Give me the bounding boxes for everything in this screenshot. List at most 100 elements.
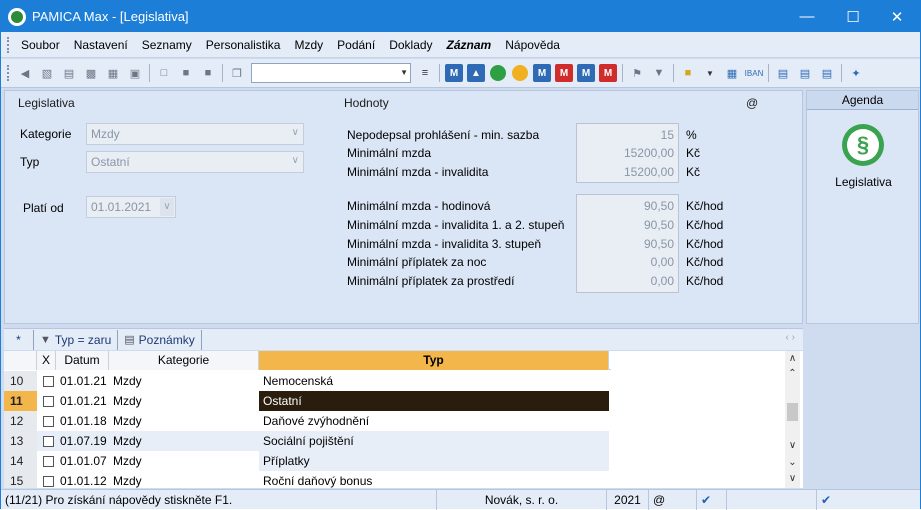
quick-search-combo[interactable]: ▼ (251, 63, 411, 83)
header-x[interactable]: X (37, 351, 56, 370)
notes-icon[interactable]: ▤ (796, 64, 814, 82)
header-datum[interactable]: Datum (56, 351, 109, 370)
tab-scroll-arrows[interactable]: ‹ › (786, 332, 795, 343)
value-field[interactable]: 90,50 (594, 199, 674, 213)
scroll-page-down-icon[interactable]: ⌄ (785, 455, 800, 470)
iban-icon[interactable]: IBAN (745, 64, 764, 82)
lock-icon[interactable]: ▣ (126, 64, 144, 82)
table-row[interactable]: 12 01.01.18 Mzdy Daňové zvýhodnění (4, 411, 609, 431)
header-kategorie[interactable]: Kategorie (109, 351, 259, 370)
monthly-icon[interactable]: M (577, 64, 595, 82)
menu-nastaveni[interactable]: Nastavení (67, 32, 135, 58)
agenda-item-legislativa[interactable]: Legislativa (807, 175, 920, 189)
menu-seznamy[interactable]: Seznamy (135, 32, 199, 58)
folder-dropdown-icon[interactable]: ▼ (701, 64, 719, 82)
row-checkbox[interactable] (37, 391, 56, 411)
paragraph-icon[interactable]: § (842, 124, 884, 166)
row-checkbox[interactable] (37, 411, 56, 431)
first-record-icon[interactable]: ◀ (16, 64, 34, 82)
header-typ[interactable]: Typ (259, 351, 609, 370)
tab-notes[interactable]: ▤ Poznámky (118, 329, 202, 350)
menu-podani[interactable]: Podání (330, 32, 382, 58)
monthly-red-icon[interactable]: M (599, 64, 617, 82)
scroll-bottom-icon[interactable]: ∨ (785, 471, 800, 486)
status-year: 2021 (607, 489, 649, 510)
agenda-panel: Agenda § Legislativa (806, 90, 919, 324)
folder-icon[interactable]: ■ (679, 64, 697, 82)
value-unit: Kč/hod (686, 274, 724, 288)
list-icon[interactable]: ▤ (818, 64, 836, 82)
report-module-icon[interactable]: M (533, 64, 551, 82)
calculator-icon[interactable]: ▦ (723, 64, 741, 82)
preview-icon[interactable]: ▩ (82, 64, 100, 82)
typ-select[interactable]: Ostatní ∨ (86, 151, 304, 173)
scroll-top-icon[interactable]: ∧ (785, 351, 800, 366)
menu-zaznam[interactable]: Záznam (440, 32, 499, 58)
tools-icon[interactable]: ✦ (847, 64, 865, 82)
tab-all[interactable]: * (4, 329, 34, 350)
table-row[interactable]: 13 01.07.19 Mzdy Sociální pojištění (4, 431, 609, 451)
personal-module-icon[interactable]: ▲ (467, 64, 485, 82)
new-document-icon[interactable]: □ (155, 64, 173, 82)
filter-settings-icon[interactable]: ≡ (416, 64, 434, 82)
save-as-icon[interactable]: ■ (199, 64, 217, 82)
window-title: PAMICA Max - [Legislativa] (32, 9, 189, 24)
row-checkbox[interactable] (37, 371, 56, 391)
menu-mzdy[interactable]: Mzdy (287, 32, 330, 58)
tab-filter[interactable]: ▼ Typ = zaru (34, 329, 119, 350)
menu-soubor[interactable]: Soubor (14, 32, 67, 58)
maximize-button[interactable]: ☐ (830, 1, 876, 32)
value-unit: Kč/hod (686, 199, 724, 213)
value-label: Minimální příplatek za prostředí (347, 274, 515, 288)
status-check-icon[interactable]: ✔ (697, 489, 727, 510)
section-title-legislativa: Legislativa (18, 96, 75, 110)
print-icon[interactable]: ▤ (60, 64, 78, 82)
scroll-thumb[interactable] (787, 403, 798, 421)
value-field[interactable]: 90,50 (594, 218, 674, 232)
minimize-button[interactable]: — (784, 1, 830, 32)
value-field[interactable]: 0,00 (594, 274, 674, 288)
menu-doklady[interactable]: Doklady (382, 32, 439, 58)
report-red-icon[interactable]: M (555, 64, 573, 82)
value-field[interactable]: 15200,00 (594, 146, 674, 160)
value-field[interactable]: 90,50 (594, 237, 674, 251)
menu-napoveda[interactable]: Nápověda (498, 32, 567, 58)
scroll-up-icon[interactable]: ⌃ (785, 366, 800, 381)
scroll-down-icon[interactable]: ∨ (785, 438, 800, 453)
kategorie-value: Mzdy (91, 127, 120, 141)
value-unit: % (686, 128, 697, 142)
toolbar-grip (7, 65, 10, 81)
row-checkbox[interactable] (37, 431, 56, 451)
table-row[interactable]: 15 01.01.12 Mzdy Roční daňový bonus (4, 471, 609, 488)
kategorie-select[interactable]: Mzdy ∨ (86, 123, 304, 145)
menu-personalistika[interactable]: Personalistika (199, 32, 288, 58)
plati-od-date[interactable]: 01.01.2021 ∨ (86, 196, 176, 218)
export-icon[interactable]: ▦ (104, 64, 122, 82)
table-row-selected[interactable]: 11 01.01.21 Mzdy Ostatní (4, 391, 609, 411)
row-checkbox[interactable] (37, 451, 56, 471)
vertical-scrollbar[interactable]: ∧ ⌃ ∨ ⌄ ∨ (785, 351, 800, 488)
flag-filter-icon[interactable]: ▼ (650, 64, 668, 82)
mzdy-module-icon[interactable]: M (445, 64, 463, 82)
value-field[interactable]: 15 (594, 128, 674, 142)
person-icon[interactable] (512, 65, 528, 81)
row-checkbox[interactable] (37, 471, 56, 488)
flag-icon[interactable]: ⚑ (628, 64, 646, 82)
close-button[interactable]: ✕ (874, 1, 920, 32)
row-number: 12 (4, 411, 37, 431)
value-label: Minimální příplatek za noc (347, 255, 487, 269)
status-ok-icon[interactable]: ✔ (817, 490, 847, 510)
copy-record-icon[interactable]: ▧ (38, 64, 56, 82)
save-icon[interactable]: ■ (177, 64, 195, 82)
table-row[interactable]: 14 01.01.07 Mzdy Příplatky (4, 451, 609, 471)
plati-od-value: 01.01.2021 (91, 200, 152, 214)
duplicate-icon[interactable]: ❐ (228, 64, 246, 82)
table-row[interactable]: 10 01.01.21 Mzdy Nemocenská (4, 371, 609, 391)
detail-panel: Legislativa Hodnoty @ Kategorie Mzdy ∨ T… (4, 90, 803, 324)
row-number: 14 (4, 451, 37, 471)
message-icon[interactable]: ▤ (774, 64, 792, 82)
employee-icon[interactable] (490, 65, 506, 81)
value-field[interactable]: 15200,00 (594, 165, 674, 179)
value-field[interactable]: 0,00 (594, 255, 674, 269)
status-help-text: (11/21) Pro získání nápovědy stiskněte F… (1, 489, 437, 510)
